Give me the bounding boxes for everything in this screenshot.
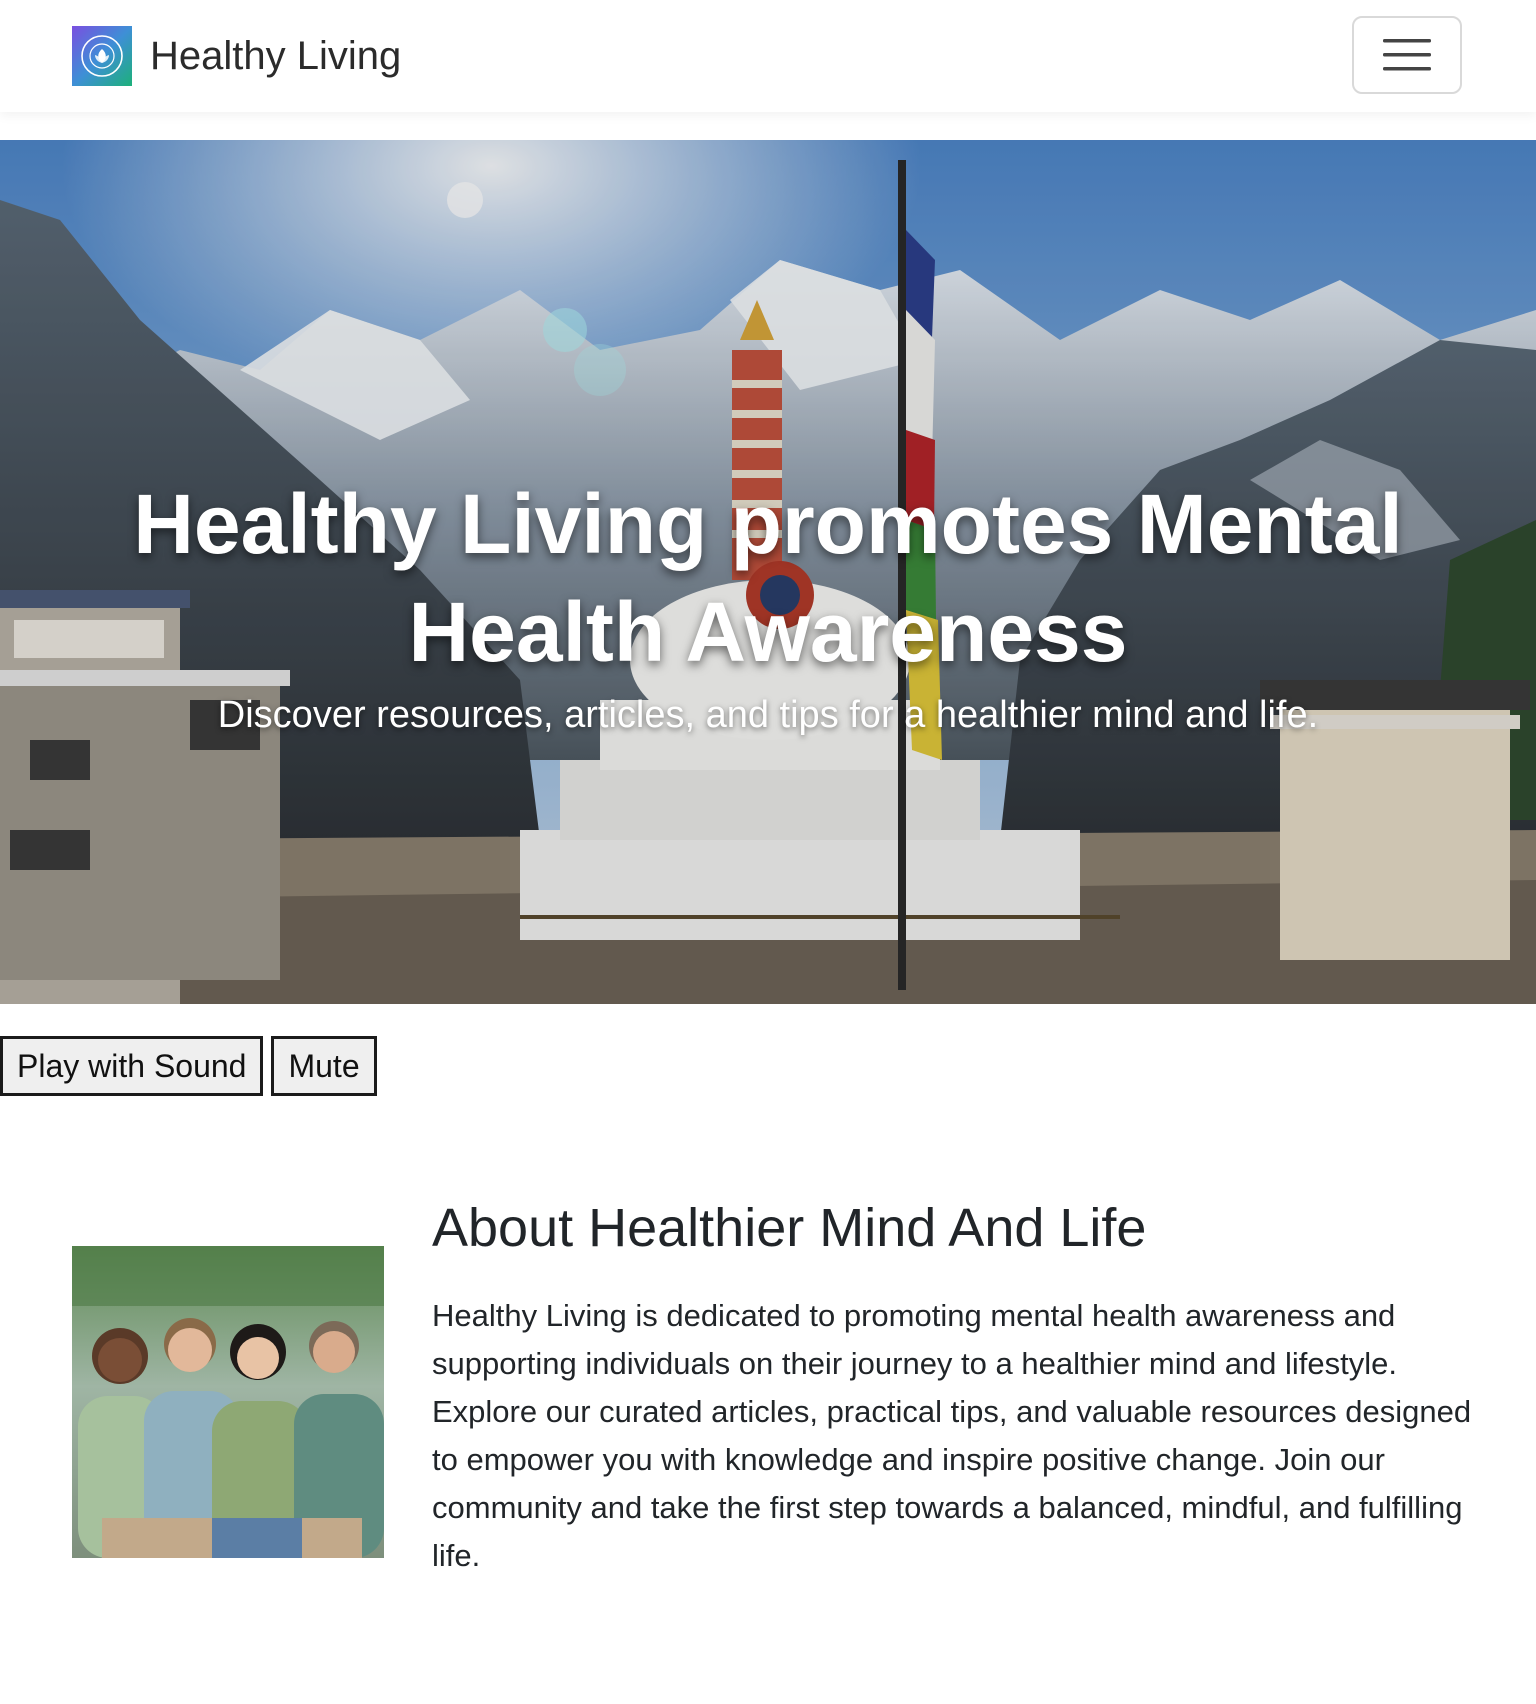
brand-link[interactable]: Healthy Living	[72, 26, 401, 86]
navbar-toggle-button[interactable]	[1352, 16, 1462, 94]
brand-name: Healthy Living	[150, 33, 402, 78]
leaf-logo-icon	[81, 35, 123, 77]
brand-logo	[72, 26, 132, 86]
video-controls: Play with Sound Mute	[0, 1036, 377, 1096]
group-photo-image	[72, 1246, 384, 1558]
play-with-sound-button[interactable]: Play with Sound	[0, 1036, 264, 1096]
hero-subtitle: Discover resources, articles, and tips f…	[217, 694, 1319, 736]
navbar: Healthy Living	[0, 0, 1536, 112]
hamburger-menu-icon	[1383, 39, 1431, 71]
about-paragraph: Healthy Living is dedicated to promoting…	[432, 1298, 1472, 1573]
hero-title: Healthy Living promotes Mental Health Aw…	[133, 477, 1403, 679]
mute-button[interactable]: Mute	[271, 1036, 377, 1096]
about-heading: About Healthier Mind And Life	[432, 1198, 1147, 1258]
hero-video-banner[interactable]: Healthy Living promotes Mental Health Aw…	[0, 140, 1536, 1004]
about-group-photo	[72, 1246, 384, 1558]
